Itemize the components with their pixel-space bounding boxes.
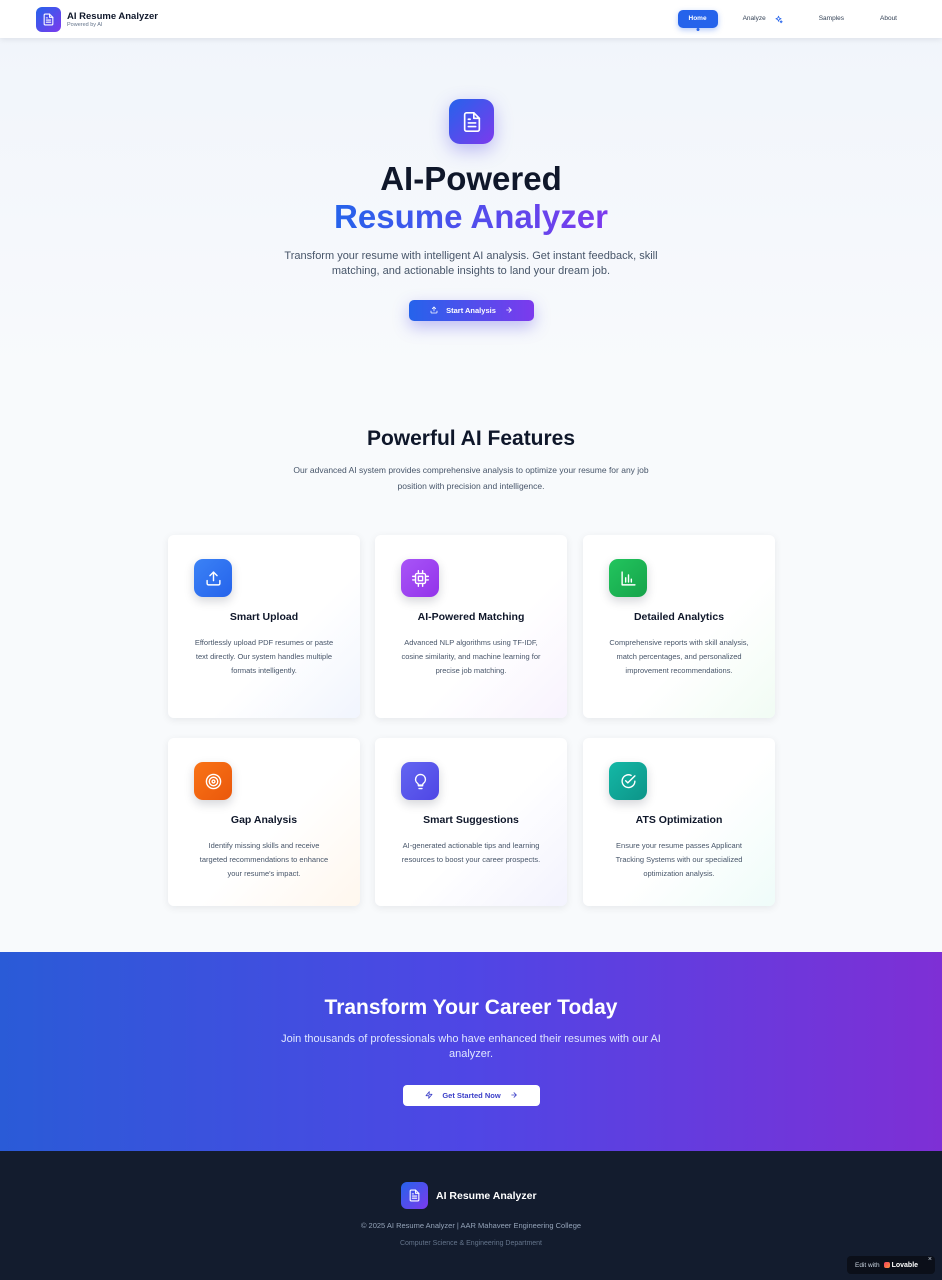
nav-link-analyze-label: Analyze <box>742 15 766 22</box>
nav-link-analyze[interactable]: Analyze <box>732 10 794 28</box>
zap-icon <box>425 1090 433 1101</box>
nav-link-samples-label: Samples <box>818 15 844 22</box>
feature-card-detailed-analytics: Detailed Analytics Comprehensive reports… <box>583 535 775 718</box>
hero-description: Transform your resume with intelligent A… <box>284 250 658 277</box>
footer: AI Resume Analyzer © 2025 AI Resume Anal… <box>0 1151 942 1280</box>
get-started-button[interactable]: Get Started Now <box>403 1085 540 1106</box>
document-icon <box>36 7 61 32</box>
feature-card-ats-optimization: ATS Optimization Ensure your resume pass… <box>583 738 775 906</box>
cta-title: Transform Your Career Today <box>324 996 618 1019</box>
nav-link-samples[interactable]: Samples <box>808 10 855 28</box>
footer-brand: AI Resume Analyzer <box>401 1182 537 1209</box>
footer-brand-title: AI Resume Analyzer <box>436 1189 537 1202</box>
feature-card-title: ATS Optimization <box>635 814 723 826</box>
feature-card-smart-suggestions: Smart Suggestions AI-generated actionabl… <box>375 738 567 906</box>
cta-description: Join thousands of professionals who have… <box>281 1033 661 1060</box>
feature-card-smart-upload: Smart Upload Effortlessly upload PDF res… <box>168 535 360 718</box>
feature-card-ai-matching: AI-Powered Matching Advanced NLP algorit… <box>375 535 567 718</box>
upload-icon <box>194 559 232 597</box>
feature-card-title: Detailed Analytics <box>633 611 725 623</box>
hero-title: AI-Powered <box>380 160 562 197</box>
start-analysis-label: Start Analysis <box>446 306 496 315</box>
start-analysis-button[interactable]: Start Analysis <box>409 300 534 321</box>
features-title: Powerful AI Features <box>366 427 576 450</box>
get-started-label: Get Started Now <box>442 1091 501 1100</box>
badge-edit-label: Edit with <box>855 1261 880 1269</box>
brand-title: AI Resume Analyzer <box>67 10 158 22</box>
sparkle-icon <box>774 15 783 24</box>
feature-card-gap-analysis: Gap Analysis Identify missing skills and… <box>168 738 360 906</box>
edit-with-lovable-badge[interactable]: Edit with Lovable × <box>847 1256 935 1274</box>
footer-department: Computer Science & Engineering Departmen… <box>399 1240 543 1247</box>
feature-card-description: Advanced NLP algorithms using TF-IDF, co… <box>401 638 541 675</box>
brand-subtitle: Powered by AI <box>67 21 103 28</box>
brand[interactable]: AI Resume Analyzer Powered by AI <box>36 7 158 32</box>
nav-link-about[interactable]: About <box>869 10 908 28</box>
bar-chart-icon <box>609 559 647 597</box>
document-icon <box>401 1182 428 1209</box>
badge-brand: Lovable <box>891 1261 919 1269</box>
upload-icon <box>430 306 438 316</box>
cpu-icon <box>401 559 439 597</box>
document-icon <box>449 99 494 144</box>
feature-card-title: AI-Powered Matching <box>417 611 525 623</box>
check-circle-icon <box>609 762 647 800</box>
nav-link-home[interactable]: Home <box>677 10 718 28</box>
feature-card-title: Smart Upload <box>229 611 299 623</box>
feature-card-title: Gap Analysis <box>230 814 298 826</box>
close-icon[interactable]: × <box>928 1256 932 1263</box>
feature-card-description: AI-generated actionable tips and learnin… <box>401 841 541 864</box>
feature-card-description: Effortlessly upload PDF resumes or paste… <box>194 638 334 675</box>
features-description: Our advanced AI system provides comprehe… <box>293 465 649 491</box>
nav-link-about-label: About <box>880 15 897 22</box>
arrow-right-icon <box>505 306 513 316</box>
feature-card-description: Identify missing skills and receive targ… <box>199 841 329 878</box>
features-section: Powerful AI Features Our advanced AI sys… <box>0 382 942 952</box>
lovable-heart-icon <box>883 1262 890 1268</box>
footer-copyright: © 2025 AI Resume Analyzer | AAR Mahaveer… <box>360 1221 582 1230</box>
nav-link-home-label: Home <box>688 15 707 22</box>
target-icon <box>194 762 232 800</box>
hero-section: AI-Powered Resume Analyzer Transform you… <box>0 38 942 382</box>
arrow-right-icon <box>510 1091 518 1101</box>
feature-card-description: Comprehensive reports with skill analysi… <box>609 638 749 675</box>
hero-title-highlight-text: Resume Analyzer <box>334 198 608 235</box>
cta-section: Transform Your Career Today Join thousan… <box>0 952 942 1151</box>
nav-links: Home Analyze Samples About <box>664 10 908 28</box>
hero-title-highlight: Resume Analyzer <box>0 198 942 236</box>
top-navbar: AI Resume Analyzer Powered by AI Home An… <box>0 0 942 38</box>
feature-card-description: Ensure your resume passes Applicant Trac… <box>615 841 743 878</box>
lightbulb-icon <box>401 762 439 800</box>
feature-card-title: Smart Suggestions <box>423 814 519 826</box>
